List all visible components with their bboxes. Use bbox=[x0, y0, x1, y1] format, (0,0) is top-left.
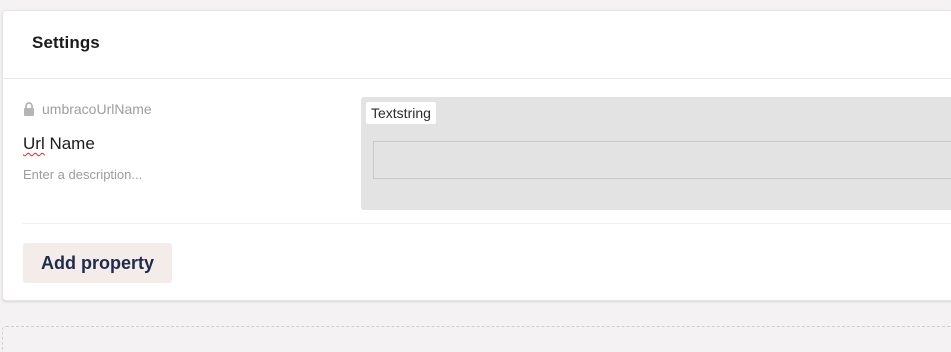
property-description[interactable]: Enter a description... bbox=[23, 167, 142, 182]
settings-group-panel: Settings umbracoUrlName Url Name Enter a… bbox=[2, 10, 951, 301]
page: Settings umbracoUrlName Url Name Enter a… bbox=[0, 0, 951, 352]
add-property-button[interactable]: Add property bbox=[23, 243, 173, 283]
add-group-dropzone[interactable] bbox=[2, 326, 951, 352]
property-name-rest: Name bbox=[44, 134, 95, 153]
property-alias-text: umbracoUrlName bbox=[42, 101, 152, 117]
property-name[interactable]: Url Name bbox=[23, 134, 95, 154]
property-alias[interactable]: umbracoUrlName bbox=[23, 101, 152, 117]
group-header: Settings bbox=[3, 11, 951, 79]
property-name-first-word: Url bbox=[23, 134, 45, 153]
group-title[interactable]: Settings bbox=[32, 33, 100, 53]
editor-type-badge: Textstring bbox=[366, 102, 436, 124]
textstring-input-preview bbox=[373, 141, 951, 179]
property-row-url-name[interactable]: umbracoUrlName Url Name Enter a descript… bbox=[23, 97, 951, 224]
property-editor-preview[interactable]: Textstring bbox=[361, 97, 951, 210]
lock-icon[interactable] bbox=[23, 102, 35, 116]
